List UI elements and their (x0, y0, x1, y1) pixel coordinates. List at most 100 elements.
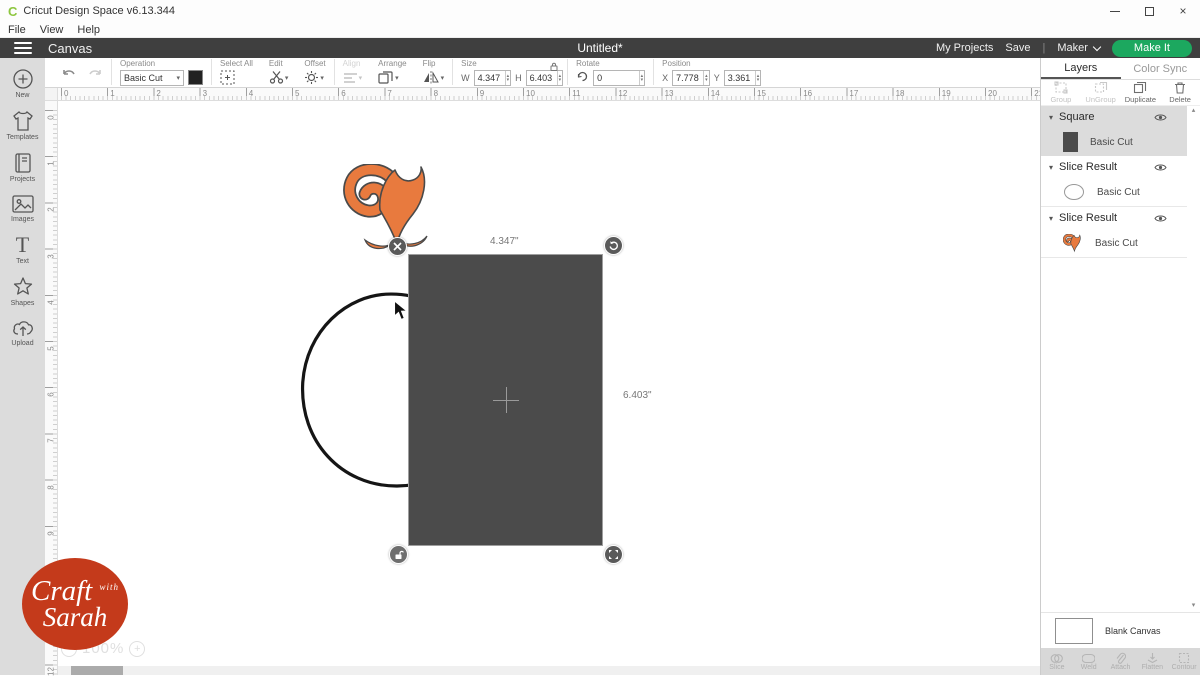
layers-scrollbar[interactable]: ▴ ▾ (1189, 106, 1198, 609)
sidebar-item-text[interactable]: T Text (0, 232, 45, 267)
zoom-in-button[interactable]: + (129, 641, 145, 657)
blank-canvas-row: Blank Canvas (1041, 612, 1200, 648)
y-input[interactable]: 3.361 ▴▾ (724, 70, 762, 86)
projects-icon (12, 152, 34, 174)
width-label: W (461, 73, 470, 83)
layer-row[interactable]: Basic Cut (1041, 178, 1187, 206)
align-button[interactable]: ▾ (343, 71, 363, 84)
duplicate-button[interactable]: Duplicate (1121, 81, 1161, 104)
rotate-stepper[interactable]: ▴▾ (639, 71, 645, 85)
ruler-number: 4 (249, 89, 253, 98)
tab-layers[interactable]: Layers (1041, 58, 1121, 79)
lock-handle[interactable] (389, 545, 408, 564)
ruler-number: 10 (526, 89, 535, 98)
contour-button[interactable]: Contour (1168, 652, 1200, 671)
layer-operation-label: Basic Cut (1097, 187, 1140, 198)
sidebar-item-templates[interactable]: Templates (0, 108, 45, 143)
layer-row[interactable]: Basic Cut (1041, 128, 1187, 156)
resize-handle[interactable] (604, 545, 623, 564)
ungroup-icon (1094, 81, 1108, 94)
machine-selector[interactable]: Maker (1057, 42, 1100, 54)
caret-down-icon: ▾ (395, 74, 399, 82)
delete-handle[interactable] (388, 237, 407, 256)
close-button[interactable]: × (1166, 0, 1200, 22)
flip-label: Flip (423, 59, 445, 68)
undo-icon (64, 70, 74, 74)
tab-color-sync[interactable]: Color Sync (1121, 58, 1200, 79)
offset-button[interactable]: ▾ (304, 70, 324, 85)
select-all-button[interactable] (220, 70, 235, 85)
layer-group-header[interactable]: ▾ Square (1041, 106, 1187, 128)
visibility-toggle[interactable] (1154, 163, 1167, 172)
canvas-color-swatch[interactable] (1055, 618, 1093, 644)
canvas-hscrollbar[interactable] (58, 666, 1040, 675)
y-stepper[interactable]: ▴▾ (755, 71, 761, 85)
redo-button[interactable] (87, 68, 103, 87)
app-header: Canvas Untitled* My Projects Save | Make… (0, 38, 1200, 58)
visibility-toggle[interactable] (1154, 214, 1167, 223)
offset-icon (304, 70, 319, 85)
design-canvas[interactable]: 0123456789101112131415161718192021 01234… (45, 88, 1040, 675)
ruler-number: 1 (47, 159, 56, 169)
sidebar-item-projects[interactable]: Projects (0, 150, 45, 185)
disclosure-triangle-icon[interactable]: ▾ (1049, 163, 1053, 172)
align-icon (343, 71, 358, 84)
square-shape[interactable] (408, 254, 603, 546)
x-stepper[interactable]: ▴▾ (703, 71, 709, 85)
save-link[interactable]: Save (1005, 42, 1030, 54)
width-value: 4.347 (475, 73, 505, 83)
ruler-number: 16 (803, 89, 812, 98)
menu-help[interactable]: Help (77, 24, 100, 36)
disclosure-triangle-icon[interactable]: ▾ (1049, 214, 1053, 223)
menu-view[interactable]: View (40, 24, 64, 36)
size-lock-icon[interactable] (549, 58, 559, 76)
rotate-input[interactable]: 0 ▴▾ (593, 70, 645, 86)
flatten-button[interactable]: Flatten (1136, 652, 1168, 671)
canvas-hscrollbar-thumb[interactable] (71, 666, 123, 675)
unlock-icon (394, 550, 404, 560)
minimize-button[interactable] (1098, 0, 1132, 22)
visibility-toggle[interactable] (1154, 113, 1167, 122)
weld-button[interactable]: Weld (1073, 653, 1105, 671)
ungroup-button[interactable]: UnGroup (1081, 81, 1121, 104)
app-window: C Cricut Design Space v6.13.344 × File V… (0, 0, 1200, 675)
ruler-number: 5 (47, 344, 56, 354)
operation-dropdown[interactable]: Basic Cut ▾ (120, 70, 184, 86)
sidebar-item-images[interactable]: Images (0, 192, 45, 225)
slice-button[interactable]: Slice (1041, 653, 1073, 671)
x-input[interactable]: 7.778 ▴▾ (672, 70, 710, 86)
disclosure-triangle-icon[interactable]: ▾ (1049, 113, 1053, 122)
width-stepper[interactable]: ▴▾ (505, 71, 511, 85)
sidebar-item-shapes[interactable]: Shapes (0, 274, 45, 309)
scroll-up-icon[interactable]: ▴ (1189, 106, 1198, 114)
menu-file[interactable]: File (8, 24, 26, 36)
my-projects-link[interactable]: My Projects (936, 42, 993, 54)
attach-button[interactable]: Attach (1105, 652, 1137, 671)
flip-button[interactable]: ▾ (423, 71, 445, 84)
size-label: Size (461, 59, 563, 68)
undo-button[interactable] (61, 68, 77, 87)
arrange-button[interactable]: ▾ (378, 70, 399, 85)
material-color-swatch[interactable] (188, 70, 203, 85)
center-crosshair (506, 387, 507, 413)
make-it-button[interactable]: Make It (1112, 40, 1192, 57)
sidebar-item-new[interactable]: New (0, 66, 45, 101)
sidebar-item-upload[interactable]: Upload (0, 316, 45, 349)
rotate-icon (576, 69, 589, 82)
ruler-number: 7 (387, 89, 391, 98)
rotate-handle[interactable] (604, 236, 623, 255)
layer-group-header[interactable]: ▾ Slice Result (1041, 207, 1187, 229)
layer-group-header[interactable]: ▾ Slice Result (1041, 156, 1187, 178)
rotate-button[interactable] (576, 69, 589, 87)
edit-button[interactable]: ▾ (269, 70, 289, 85)
layer-row[interactable]: Basic Cut (1041, 229, 1187, 257)
width-input[interactable]: 4.347 ▴▾ (474, 70, 512, 86)
maximize-button[interactable] (1132, 0, 1166, 22)
group-button[interactable]: Group (1041, 81, 1081, 104)
scroll-down-icon[interactable]: ▾ (1189, 601, 1198, 609)
ruler-number: 19 (942, 89, 951, 98)
attach-icon (1115, 652, 1126, 664)
delete-button[interactable]: Delete (1160, 81, 1200, 104)
mouse-cursor (393, 300, 409, 321)
ruler-number: 3 (203, 89, 207, 98)
